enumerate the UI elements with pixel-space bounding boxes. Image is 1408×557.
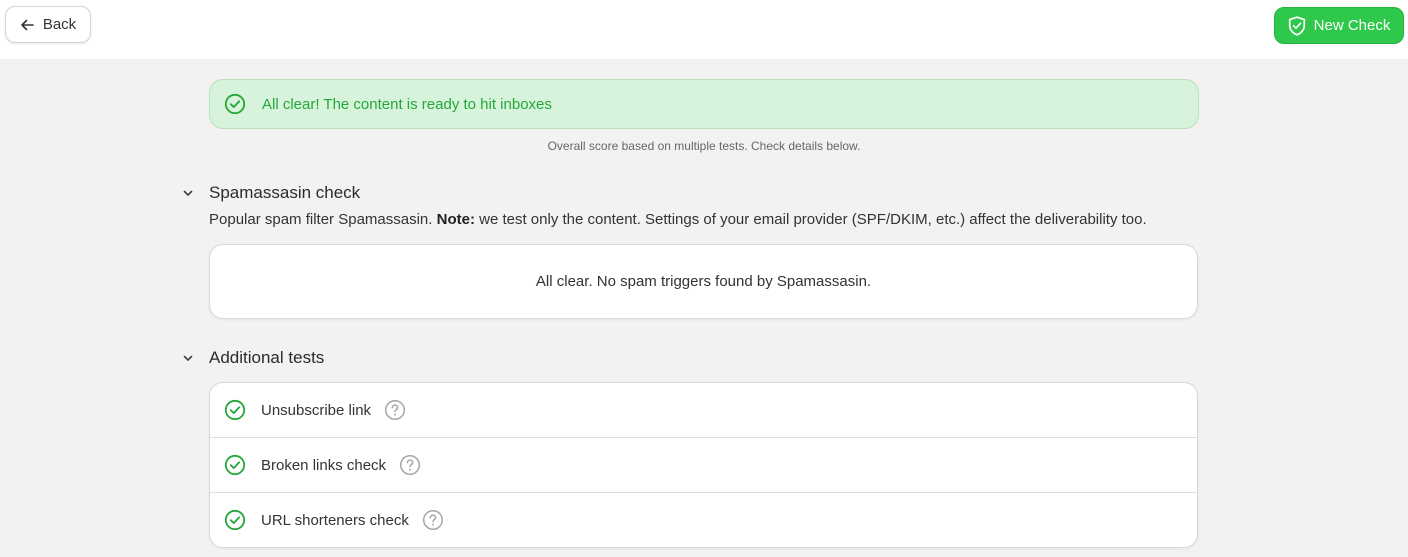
additional-tests-card: Unsubscribe link Broken links check URL … [209,382,1198,548]
description-prefix: Popular spam filter Spamassasin. [209,211,433,228]
additional-tests-section-title: Additional tests [209,348,325,367]
new-check-button[interactable]: New Check [1274,7,1404,44]
help-icon[interactable] [422,509,444,531]
test-row-unsubscribe-link: Unsubscribe link [210,383,1197,438]
description-suffix: we test only the content. Settings of yo… [479,211,1147,228]
score-note: Overall score based on multiple tests. C… [547,139,861,153]
result-banner-text: All clear! The content is ready to hit i… [262,95,552,113]
test-row-broken-links: Broken links check [210,438,1197,493]
description-note-label: Note: [436,211,475,228]
arrow-left-icon [21,19,34,30]
additional-tests-section-toggle[interactable]: Additional tests [180,348,324,368]
back-button[interactable]: Back [5,6,91,43]
check-circle-icon [224,454,246,476]
test-label: Unsubscribe link [261,401,372,419]
test-label: Broken links check [261,456,387,474]
spamassassin-result-text: All clear. No spam triggers found by Spa… [535,273,872,290]
spamassassin-description: Popular spam filter Spamassasin. Note: w… [209,211,1147,228]
check-circle-icon [224,509,246,531]
shield-check-icon [1288,15,1305,36]
spamassassin-section-toggle[interactable]: Spamassasin check [180,183,360,203]
chevron-down-icon [183,355,193,361]
check-circle-icon [224,399,246,421]
test-label: URL shorteners check [261,511,409,529]
spamassassin-result-card: All clear. No spam triggers found by Spa… [209,244,1198,319]
back-button-label: Back [42,16,77,33]
chevron-down-icon [183,190,193,196]
check-circle-icon [224,93,246,115]
result-banner: All clear! The content is ready to hit i… [209,79,1199,129]
spamassassin-section-title: Spamassasin check [209,183,361,202]
top-bar: Back New Check [0,0,1408,59]
test-row-url-shorteners: URL shorteners check [210,493,1197,547]
new-check-button-label: New Check [1313,17,1391,34]
help-icon[interactable] [399,454,421,476]
help-icon[interactable] [384,399,406,421]
